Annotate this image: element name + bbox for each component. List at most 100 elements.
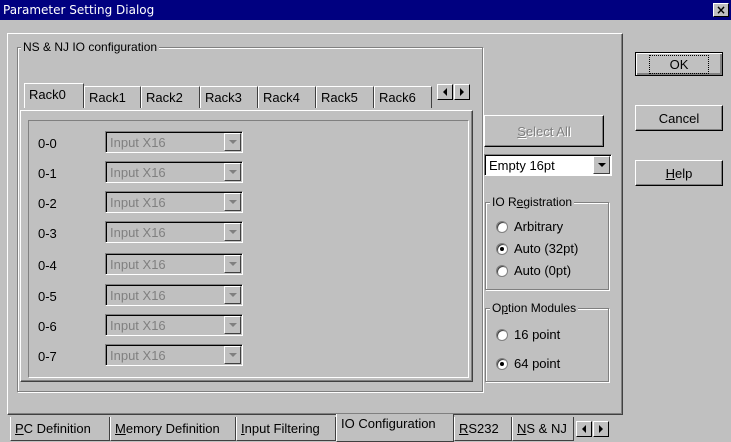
tab-rack5[interactable]: Rack5 — [316, 86, 374, 108]
slot-0-0-select[interactable]: Input X16 — [105, 131, 243, 153]
tab-accel: M — [115, 421, 126, 436]
io-registration-label-pre: IO R — [492, 195, 517, 209]
chevron-down-icon — [597, 163, 606, 167]
arrow-left-icon — [582, 425, 586, 433]
tab-rack4-label: Rack4 — [263, 90, 300, 105]
slot-0-1-select[interactable]: Input X16 — [105, 161, 243, 183]
slot-0-5-select[interactable]: Input X16 — [105, 284, 243, 306]
close-button[interactable]: × — [713, 3, 729, 17]
arrow-left-icon — [443, 88, 447, 96]
slot-label: 0-6 — [38, 319, 57, 334]
slot-value: Input X16 — [110, 165, 166, 180]
chevron-down-icon — [228, 170, 237, 174]
dropdown-button — [224, 223, 241, 241]
slot-value: Input X16 — [110, 225, 166, 240]
tab-rack1-label: Rack1 — [89, 90, 126, 105]
dropdown-button — [593, 156, 610, 174]
slot-0-7-select[interactable]: Input X16 — [105, 344, 243, 366]
slot-label: 0-0 — [38, 136, 57, 151]
tab-rack3[interactable]: Rack3 — [200, 86, 258, 108]
radio-arbitrary[interactable]: Arbitrary — [496, 219, 563, 234]
radio-label: Arbitrary — [514, 219, 564, 234]
tab-io-configuration[interactable]: IO Configuration — [336, 414, 454, 442]
rack-tab-scroll-right[interactable] — [454, 84, 470, 100]
slot-0-4-select[interactable]: Input X16 — [105, 253, 243, 275]
tab-memory-definition[interactable]: Memory Definition — [110, 417, 236, 441]
tab-ns-nj[interactable]: NS & NJ — [512, 417, 574, 441]
dropdown-button — [224, 133, 241, 151]
slot-value: Input X16 — [110, 195, 166, 210]
select-all-accel: S — [517, 123, 526, 139]
slot-value: Input X16 — [110, 257, 166, 272]
select-all-label-rest: elect All — [525, 123, 571, 139]
window-title: Parameter Setting Dialog — [3, 3, 155, 17]
slot-label: 0-4 — [38, 258, 57, 273]
tab-rack5-label: Rack5 — [321, 90, 358, 105]
close-icon: × — [715, 3, 727, 17]
tab-label: emory Definition — [125, 421, 220, 436]
io-registration-label: IO Registration — [490, 195, 575, 209]
slot-0-2-select[interactable]: Input X16 — [105, 191, 243, 213]
tab-input-filtering[interactable]: Input Filtering — [236, 417, 336, 441]
select-all-button[interactable]: Select All — [484, 115, 604, 147]
bottom-tab-scroll-right[interactable] — [593, 421, 609, 437]
radio-checked-icon — [496, 242, 508, 255]
slot-label: 0-2 — [38, 196, 57, 211]
radio-label: 64 point — [514, 356, 561, 371]
radio-icon — [496, 220, 508, 233]
tab-label: C Definition — [23, 421, 91, 436]
radio-auto-0pt[interactable]: Auto (0pt) — [496, 263, 571, 278]
tab-rack2[interactable]: Rack2 — [141, 86, 200, 108]
slot-label: 0-1 — [38, 166, 57, 181]
chevron-down-icon — [228, 353, 237, 357]
arrow-right-icon — [599, 425, 603, 433]
cancel-label: Cancel — [658, 110, 700, 126]
ok-label: OK — [648, 54, 710, 74]
dropdown-button — [224, 316, 241, 334]
chevron-down-icon — [228, 230, 237, 234]
ok-button[interactable]: OK — [635, 52, 723, 76]
slot-value: Input X16 — [110, 318, 166, 333]
help-label-rest: elp — [675, 165, 693, 181]
select-all-label: Select All — [517, 124, 570, 139]
io-registration-label-post: gistration — [523, 195, 573, 209]
tab-rack3-label: Rack3 — [205, 90, 242, 105]
help-accel: H — [665, 165, 676, 181]
radio-label: Auto (32pt) — [514, 241, 579, 256]
tab-label: S232 — [468, 421, 499, 436]
slot-value: Input X16 — [110, 348, 166, 363]
rack-slot-area — [28, 120, 469, 378]
option-modules-label: Option Modules — [490, 301, 579, 315]
radio-16-point[interactable]: 16 point — [496, 327, 560, 342]
module-type-select[interactable]: Empty 16pt — [484, 154, 612, 176]
arrow-right-icon — [460, 88, 464, 96]
tab-rack2-label: Rack2 — [146, 90, 183, 105]
tab-rs232[interactable]: RS232 — [454, 417, 512, 441]
radio-64-point[interactable]: 64 point — [496, 356, 560, 371]
tab-rack6-label: Rack6 — [379, 90, 416, 105]
chevron-down-icon — [228, 293, 237, 297]
radio-label: 16 point — [514, 327, 561, 342]
slot-0-3-select[interactable]: Input X16 — [105, 221, 243, 243]
radio-icon — [496, 328, 508, 341]
chevron-down-icon — [228, 140, 237, 144]
radio-checked-icon — [496, 357, 508, 370]
tab-rack1[interactable]: Rack1 — [84, 86, 141, 108]
option-modules-label-pre: O — [492, 301, 502, 315]
chevron-down-icon — [228, 200, 237, 204]
tab-label: nput Filtering — [244, 421, 320, 436]
tab-rack0[interactable]: Rack0 — [24, 83, 84, 108]
tab-rack4[interactable]: Rack4 — [258, 86, 316, 108]
rack-tab-scroll-left[interactable] — [437, 84, 453, 100]
radio-auto-32pt[interactable]: Auto (32pt) — [496, 241, 578, 256]
bottom-tab-scroll-left[interactable] — [576, 421, 592, 437]
tab-accel: P — [15, 421, 24, 436]
option-modules-label-post: tion Modules — [508, 301, 577, 315]
cancel-button[interactable]: Cancel — [635, 105, 723, 131]
tab-rack6[interactable]: Rack6 — [374, 86, 432, 108]
help-button[interactable]: Help — [635, 160, 723, 186]
slot-0-6-select[interactable]: Input X16 — [105, 314, 243, 336]
tab-pc-definition[interactable]: PC Definition — [10, 417, 110, 441]
slot-label: 0-7 — [38, 349, 57, 364]
slot-value: Input X16 — [110, 135, 166, 150]
